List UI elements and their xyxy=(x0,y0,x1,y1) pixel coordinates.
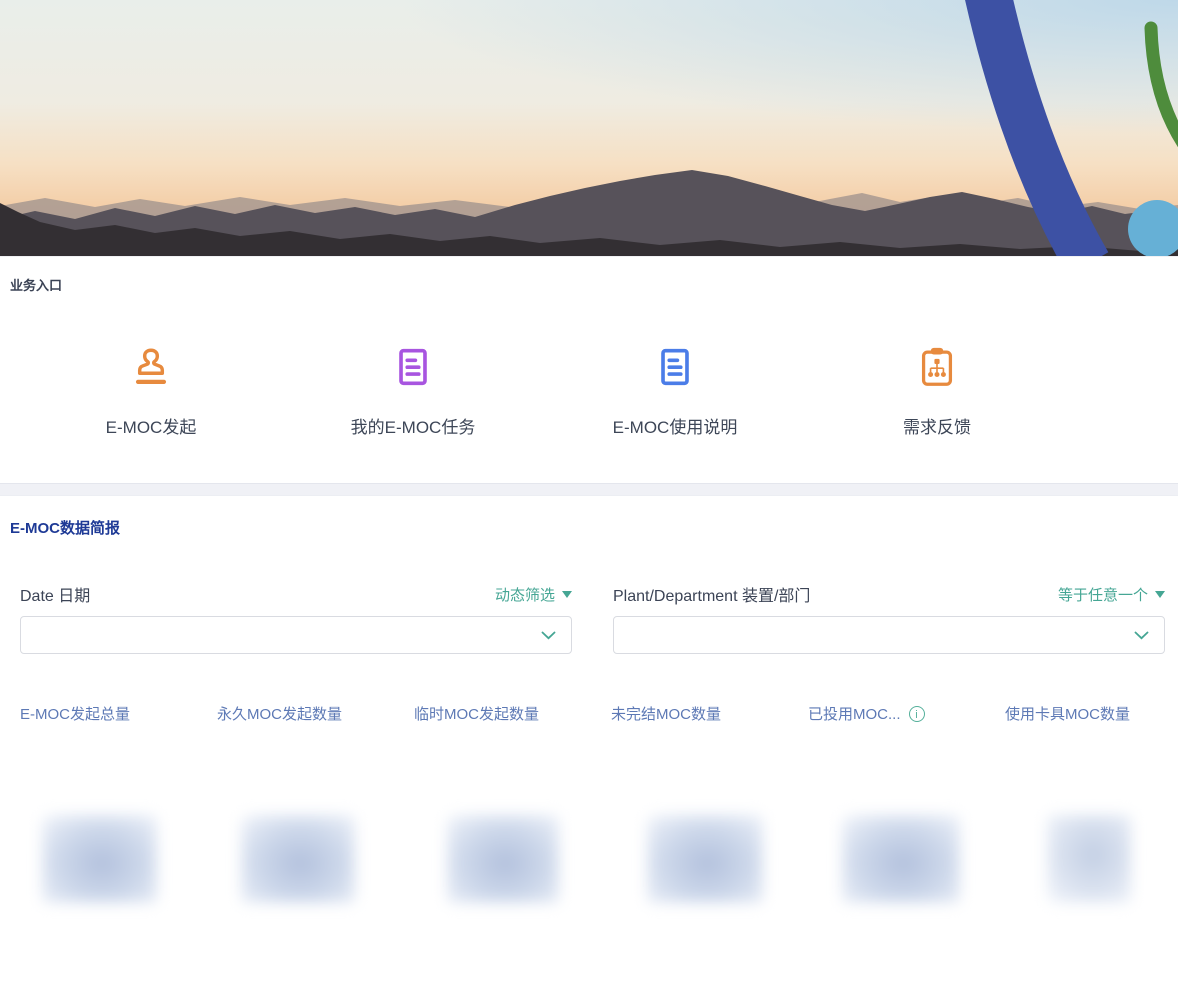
plant-select[interactable] xyxy=(613,616,1165,654)
stat-value-cell xyxy=(20,815,217,903)
stat-value-cell xyxy=(217,815,414,903)
stat-header-row: E-MOC发起总量 永久MOC发起数量 临时MOC发起数量 未完结MOC数量 已… xyxy=(0,703,1178,724)
clipboard-orgchart-icon xyxy=(914,344,960,390)
filter-mode-label: 等于任意一个 xyxy=(1057,586,1148,604)
stat-label-total-initiated: E-MOC发起总量 xyxy=(20,706,130,723)
stat-label-temporary-moc: 临时MOC发起数量 xyxy=(414,706,539,723)
filter-row: Date 日期 动态筛选 Plant/Department 装置/部门 等于任意… xyxy=(0,584,1178,654)
emoc-portal-page: 业务入口 E-MOC发起 我的E-MOC任务 E-MOC使用说明 需求反馈 E-… xyxy=(0,0,1178,992)
stat-label-permanent-moc: 永久MOC发起数量 xyxy=(217,706,342,723)
stat-label-clamp-moc: 使用卡具MOC数量 xyxy=(1005,706,1130,723)
plant-filter-label: Plant/Department 装置/部门 xyxy=(613,588,811,605)
plant-filter-mode-dropdown[interactable]: 等于任意一个 xyxy=(1058,584,1165,605)
blurred-value xyxy=(447,815,559,903)
blurred-value xyxy=(842,815,960,903)
entry-item-emoc-initiate[interactable]: E-MOC发起 xyxy=(20,344,282,438)
data-brief-section: E-MOC数据简报 Date 日期 动态筛选 Plant/Department … xyxy=(0,496,1178,992)
hero-banner xyxy=(0,0,1178,256)
entry-item-label: 我的E-MOC任务 xyxy=(350,418,476,437)
stat-value-cell xyxy=(414,815,611,903)
stat-value-cell xyxy=(808,815,1005,903)
data-brief-title: E-MOC数据简报 xyxy=(10,520,120,537)
stat-value-cell xyxy=(611,815,808,903)
caret-down-icon xyxy=(1155,590,1165,598)
stat-label-text: 已投用MOC... xyxy=(808,706,901,723)
entry-item-feedback[interactable]: 需求反馈 xyxy=(806,344,1068,438)
entry-item-label: E-MOC发起 xyxy=(105,418,197,437)
chevron-down-icon xyxy=(1134,631,1149,639)
blurred-value xyxy=(1047,815,1131,903)
stamp-icon xyxy=(128,344,174,390)
mountain-sunset-illustration xyxy=(0,0,1178,256)
stat-value-cell xyxy=(1005,815,1178,903)
entry-item-label: 需求反馈 xyxy=(903,418,971,437)
green-arc-decor xyxy=(1144,21,1178,148)
stat-label-unfinished-moc: 未完结MOC数量 xyxy=(611,706,721,723)
date-filter-label: Date 日期 xyxy=(20,588,91,605)
caret-down-icon xyxy=(562,590,572,598)
entry-item-emoc-instructions[interactable]: E-MOC使用说明 xyxy=(544,344,806,438)
section-divider xyxy=(0,483,1178,496)
chevron-down-icon xyxy=(541,631,556,639)
date-select[interactable] xyxy=(20,616,572,654)
stat-label-commissioned-moc: 已投用MOC... xyxy=(808,703,1005,724)
blurred-value xyxy=(42,815,157,903)
business-entry-section: 业务入口 E-MOC发起 我的E-MOC任务 E-MOC使用说明 需求反馈 xyxy=(0,256,1178,483)
entry-item-label: E-MOC使用说明 xyxy=(612,418,738,437)
blurred-value xyxy=(647,815,763,903)
document-lines-icon xyxy=(390,344,436,390)
info-icon[interactable] xyxy=(908,705,925,722)
business-entry-title: 业务入口 xyxy=(10,278,63,293)
document-lines-icon xyxy=(652,344,698,390)
filter-plant-department: Plant/Department 装置/部门 等于任意一个 xyxy=(613,584,1165,654)
stat-value-row xyxy=(0,815,1178,903)
filter-mode-label: 动态筛选 xyxy=(494,586,555,604)
entry-item-my-emoc-tasks[interactable]: 我的E-MOC任务 xyxy=(282,344,544,438)
filter-date: Date 日期 动态筛选 xyxy=(20,584,572,654)
business-entry-grid: E-MOC发起 我的E-MOC任务 E-MOC使用说明 需求反馈 xyxy=(0,344,1178,438)
date-filter-mode-dropdown[interactable]: 动态筛选 xyxy=(495,584,572,605)
blurred-value xyxy=(241,815,355,903)
